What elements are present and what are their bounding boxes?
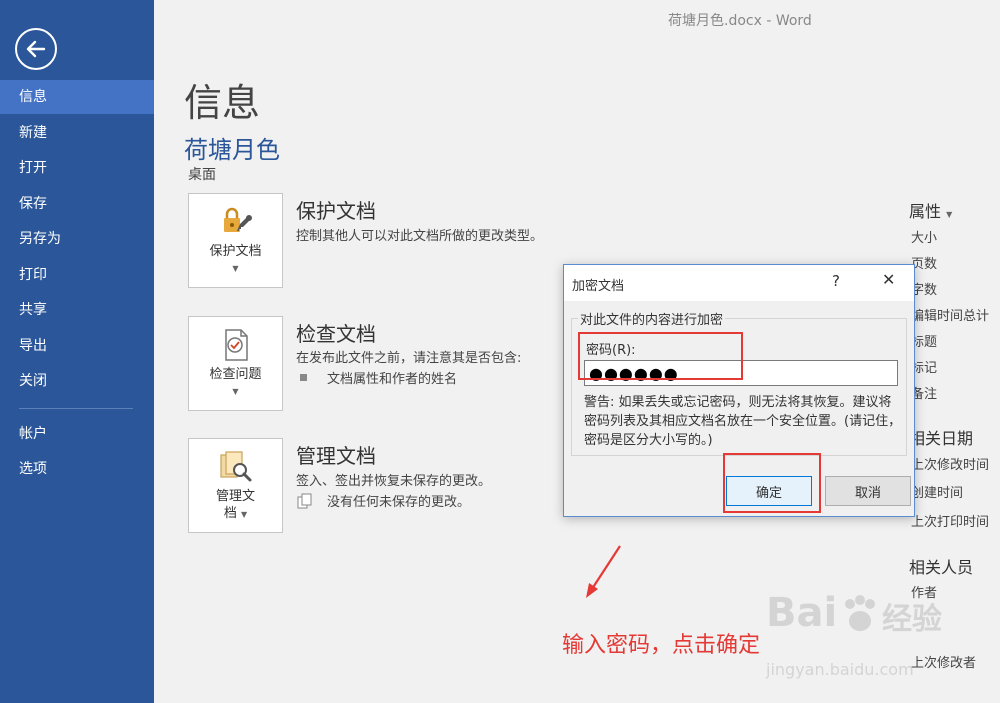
nav-account[interactable]: 帐户 bbox=[0, 417, 154, 451]
nav-save-as[interactable]: 另存为 bbox=[0, 222, 154, 256]
inspect-document-icon bbox=[225, 329, 248, 361]
manage-document-label-line2-text: 档 bbox=[223, 506, 237, 521]
inspect-document-heading: 检查文档 bbox=[296, 322, 376, 346]
protect-document-button[interactable]: 保护文档 ▼ bbox=[188, 193, 283, 288]
prop-created: 创建时间 bbox=[911, 486, 964, 501]
protect-document-label: 保护文档 bbox=[209, 244, 262, 259]
page-title: 信息 bbox=[184, 81, 261, 125]
annotation-text: 输入密码，点击确定 bbox=[562, 633, 761, 658]
manage-document-button[interactable]: 管理文 档 ▼ bbox=[188, 438, 283, 533]
inspect-document-bullet: 文档属性和作者的姓名 bbox=[300, 368, 457, 387]
related-dates-heading: 相关日期 bbox=[909, 429, 974, 448]
nav-save[interactable]: 保存 bbox=[0, 187, 154, 221]
related-people-heading: 相关人员 bbox=[909, 558, 974, 577]
nav-export[interactable]: 导出 bbox=[0, 329, 154, 363]
encrypt-group-label: 对此文件的内容进行加密 bbox=[578, 309, 726, 328]
inspect-bullet-text: 文档属性和作者的姓名 bbox=[327, 372, 458, 387]
dropdown-caret-icon: ▼ bbox=[232, 387, 239, 396]
nav-share[interactable]: 共享 bbox=[0, 293, 154, 327]
bullet-icon bbox=[300, 374, 307, 381]
dropdown-caret-icon: ▼ bbox=[241, 510, 248, 519]
dropdown-caret-icon: ▼ bbox=[946, 210, 953, 219]
prop-last-printed: 上次打印时间 bbox=[911, 515, 990, 530]
backstage-sidebar: 信息 新建 打开 保存 另存为 打印 共享 导出 关闭 帐户 选项 bbox=[0, 0, 154, 703]
nav-print[interactable]: 打印 bbox=[0, 258, 154, 292]
manage-document-heading: 管理文档 bbox=[296, 444, 376, 468]
inspect-document-description: 在发布此文件之前，请注意其是否包含: bbox=[296, 351, 522, 366]
properties-heading[interactable]: 属性 ▼ bbox=[909, 198, 952, 222]
back-button[interactable] bbox=[15, 28, 57, 70]
password-highlight-box bbox=[578, 332, 743, 380]
cancel-button[interactable]: 取消 bbox=[825, 476, 911, 506]
manage-document-label-line1: 管理文 bbox=[215, 489, 255, 504]
watermark-url: jingyan.baidu.com bbox=[766, 660, 914, 679]
lock-key-icon bbox=[224, 207, 252, 232]
dropdown-caret-icon: ▼ bbox=[232, 264, 239, 273]
watermark-brand: Bai bbox=[766, 590, 838, 636]
back-arrow-icon bbox=[26, 40, 46, 58]
manage-bullet-text: 没有任何未保存的更改。 bbox=[327, 495, 471, 510]
check-issues-label: 检查问题 bbox=[209, 367, 262, 382]
nav-new[interactable]: 新建 bbox=[0, 116, 154, 150]
nav-close[interactable]: 关闭 bbox=[0, 364, 154, 398]
manage-document-label-line2: 档 ▼ bbox=[189, 505, 282, 523]
check-issues-button[interactable]: 检查问题 ▼ bbox=[188, 316, 283, 411]
manage-document-icon bbox=[220, 451, 252, 482]
close-icon[interactable]: ✕ bbox=[882, 270, 895, 289]
document-name: 荷塘月色 bbox=[184, 136, 280, 164]
watermark-suffix: 经验 bbox=[882, 602, 942, 637]
manage-document-description: 签入、签出并恢复未保存的更改。 bbox=[296, 474, 492, 489]
baidu-watermark: Bai 经验 jingyan.baidu.com bbox=[766, 588, 966, 688]
nav-info[interactable]: 信息 bbox=[0, 80, 154, 114]
nav-divider bbox=[19, 408, 133, 409]
prop-last-modified: 上次修改时间 bbox=[911, 458, 990, 473]
window-title: 荷塘月色.docx - Word bbox=[668, 13, 812, 29]
help-button[interactable]: ? bbox=[832, 272, 840, 290]
protect-document-heading: 保护文档 bbox=[296, 199, 376, 223]
protect-document-description: 控制其他人可以对此文档所做的更改类型。 bbox=[296, 229, 544, 244]
nav-options[interactable]: 选项 bbox=[0, 452, 154, 486]
ok-highlight-box bbox=[723, 453, 821, 513]
password-warning: 警告: 如果丢失或忘记密码，则无法将其恢复。建议将密码列表及其相应文档名放在一个… bbox=[584, 395, 902, 448]
dialog-title: 加密文档 bbox=[572, 279, 625, 294]
properties-heading-text: 属性 bbox=[909, 202, 942, 221]
annotation-arrow-icon bbox=[586, 545, 621, 598]
manage-document-bullet: 没有任何未保存的更改。 bbox=[297, 491, 470, 510]
prop-edit-time: 编辑时间总计 bbox=[911, 309, 990, 324]
document-location: 桌面 bbox=[188, 167, 216, 183]
paw-icon bbox=[845, 595, 875, 631]
prop-size: 大小 bbox=[911, 231, 938, 246]
nav-open[interactable]: 打开 bbox=[0, 151, 154, 185]
copy-pages-icon bbox=[297, 493, 312, 508]
